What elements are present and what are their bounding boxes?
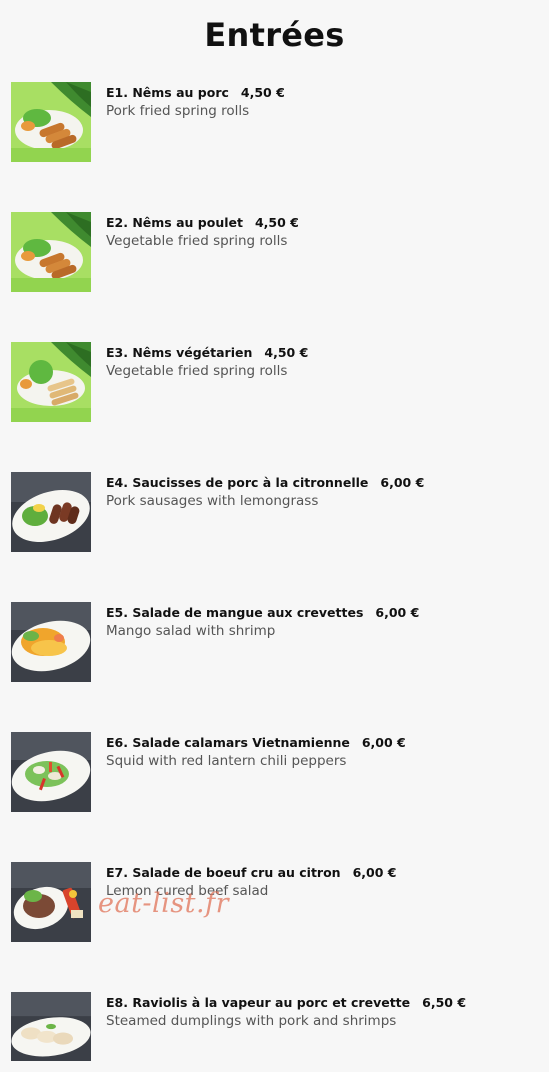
item-name: E5. Salade de mangue aux crevettes: [106, 605, 364, 620]
item-text: E2. Nêms au poulet 4,50 € Vegetable fried…: [106, 212, 299, 250]
item-text: E8. Raviolis à la vapeur au porc et crev…: [106, 992, 466, 1030]
menu-item-e6[interactable]: E6. Salade calamars Vietnamienne 6,00 € S…: [11, 732, 531, 812]
item-price: 4,50 €: [240, 85, 285, 100]
item-description: Vegetable fried spring rolls: [106, 233, 288, 249]
item-name: E4. Saucisses de porc à la citronnelle: [106, 475, 369, 490]
item-description: Steamed dumplings with pork and shrimps: [106, 1013, 397, 1029]
raviolis-photo: [11, 992, 91, 1072]
item-text: E6. Salade calamars Vietnamienne 6,00 € S…: [106, 732, 406, 770]
item-name: E2. Nêms au poulet: [106, 215, 243, 230]
page-title: Entrées: [204, 16, 345, 54]
item-price: 4,50 €: [254, 215, 299, 230]
item-price: 6,00 €: [375, 605, 420, 620]
menu-item-e2[interactable]: E2. Nêms au poulet 4,50 € Vegetable fried…: [11, 212, 531, 292]
item-name: E8. Raviolis à la vapeur au porc et crev…: [106, 995, 411, 1010]
menu-item-e8[interactable]: E8. Raviolis à la vapeur au porc et crev…: [11, 992, 531, 1072]
item-text: E5. Salade de mangue aux crevettes 6,00 €…: [106, 602, 419, 640]
item-description: Squid with red lantern chili peppers: [106, 753, 347, 769]
salade-boeuf-photo: [11, 862, 91, 942]
item-name: E3. Nêms végétarien: [106, 345, 253, 360]
saucisses-photo: [11, 472, 91, 552]
salade-calamars-photo: [11, 732, 91, 812]
nems-vegetarien-photo: [11, 342, 91, 422]
menu-item-e4[interactable]: E4. Saucisses de porc à la citronnelle 6,…: [11, 472, 531, 552]
item-description: Mango salad with shrimp: [106, 623, 276, 639]
salade-mangue-photo: [11, 602, 91, 682]
item-description: Pork sausages with lemongrass: [106, 493, 319, 509]
item-name: E6. Salade calamars Vietnamienne: [106, 735, 350, 750]
item-description: Vegetable fried spring rolls: [106, 363, 288, 379]
item-price: 4,50 €: [264, 345, 309, 360]
watermark-text: eat-list.fr: [98, 888, 230, 919]
item-price: 6,50 €: [422, 995, 467, 1010]
item-name: E7. Salade de boeuf cru au citron: [106, 865, 341, 880]
item-text: E1. Nêms au porc 4,50 € Pork fried spring…: [106, 82, 285, 120]
item-price: 6,00 €: [380, 475, 425, 490]
menu-item-e7[interactable]: E7. Salade de boeuf cru au citron 6,00 € …: [11, 862, 531, 942]
nems-poulet-photo: [11, 212, 91, 292]
item-text: E4. Saucisses de porc à la citronnelle 6,…: [106, 472, 424, 510]
item-description: Pork fried spring rolls: [106, 103, 250, 119]
menu-item-e1[interactable]: E1. Nêms au porc 4,50 € Pork fried spring…: [11, 82, 531, 162]
menu-item-e5[interactable]: E5. Salade de mangue aux crevettes 6,00 €…: [11, 602, 531, 682]
item-name: E1. Nêms au porc: [106, 85, 229, 100]
nems-porc-photo: [11, 82, 91, 162]
item-price: 6,00 €: [361, 735, 406, 750]
item-price: 6,00 €: [352, 865, 397, 880]
menu-item-e3[interactable]: E3. Nêms végétarien 4,50 € Vegetable frie…: [11, 342, 531, 422]
item-text: E3. Nêms végétarien 4,50 € Vegetable frie…: [106, 342, 308, 380]
